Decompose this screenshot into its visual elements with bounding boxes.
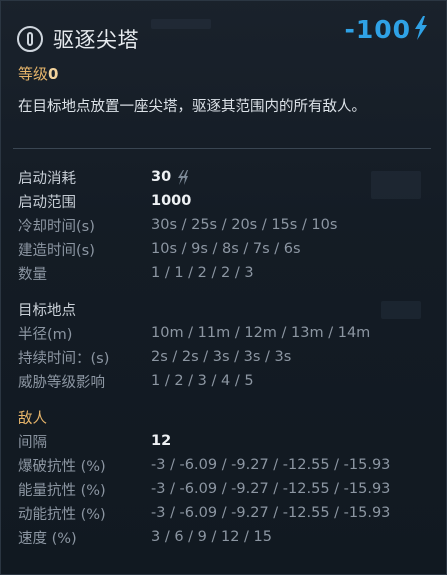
count-row: 数量 1 / 1 / 2 / 2 / 3 — [18, 262, 254, 284]
explosive-resist-label: 爆破抗性 (%) — [18, 458, 106, 475]
duration-value: 2s / 2s / 3s / 3s / 3s — [151, 349, 292, 365]
energy-cost-value: -100 — [344, 15, 411, 44]
background-ghost — [381, 301, 421, 319]
count-label: 数量 — [18, 266, 47, 283]
divider — [13, 148, 431, 149]
cooldown-value: 30s / 25s / 20s / 15s / 10s — [151, 217, 338, 233]
interval-value: 12 — [151, 433, 172, 449]
interval-row: 间隔 12 — [18, 430, 171, 452]
energy-cost: -100 — [344, 15, 428, 44]
ability-title: 驱逐尖塔 — [53, 28, 139, 52]
activation-range-label: 启动范围 — [18, 194, 76, 211]
kinetic-resist-label: 动能抗性 (%) — [18, 506, 106, 523]
level-value: 0 — [48, 65, 59, 83]
expel-spire-icon — [17, 26, 43, 52]
energy-resist-row: 能量抗性 (%) -3 / -6.09 / -9.27 / -12.55 / -… — [18, 478, 390, 500]
activation-range-value: 1000 — [151, 193, 192, 209]
activation-cost-label: 启动消耗 — [18, 170, 76, 187]
radius-value: 10m / 11m / 12m / 13m / 14m — [151, 325, 371, 341]
activation-cost-value: 30 — [151, 169, 172, 185]
speed-value: 3 / 6 / 9 / 12 / 15 — [151, 529, 272, 545]
build-time-label: 建造时间(s) — [18, 242, 95, 259]
cooldown-label: 冷却时间(s) — [18, 218, 95, 235]
interval-label: 间隔 — [18, 434, 47, 451]
ability-tooltip: 驱逐尖塔 -100 等级0 在目标地点放置一座尖塔，驱逐其范围内的所有敌人。 启… — [0, 0, 447, 575]
speed-label: 速度 (%) — [18, 530, 77, 547]
build-time-value: 10s / 9s / 8s / 7s / 6s — [151, 241, 301, 257]
count-value: 1 / 1 / 2 / 2 / 3 — [151, 265, 254, 281]
speed-row: 速度 (%) 3 / 6 / 9 / 12 / 15 — [18, 526, 272, 548]
ability-level: 等级0 — [18, 63, 58, 84]
lightning-bolt-icon — [177, 169, 189, 185]
enemy-section-title: 敌人 — [18, 410, 47, 427]
background-ghost — [151, 19, 211, 29]
energy-resist-value: -3 / -6.09 / -9.27 / -12.55 / -15.93 — [151, 481, 391, 497]
ability-description: 在目标地点放置一座尖塔，驱逐其范围内的所有敌人。 — [18, 99, 366, 115]
activation-cost-row: 启动消耗 30 — [18, 166, 189, 188]
threat-value: 1 / 2 / 3 / 4 / 5 — [151, 373, 254, 389]
threat-row: 威胁等级影响 1 / 2 / 3 / 4 / 5 — [18, 370, 254, 392]
cooldown-row: 冷却时间(s) 30s / 25s / 20s / 15s / 10s — [18, 214, 337, 236]
radius-row: 半径(m) 10m / 11m / 12m / 13m / 14m — [18, 322, 370, 344]
duration-label: 持续时间：(s) — [18, 350, 110, 367]
tooltip-header: 驱逐尖塔 — [17, 23, 139, 55]
activation-range-row: 启动范围 1000 — [18, 190, 191, 212]
build-time-row: 建造时间(s) 10s / 9s / 8s / 7s / 6s — [18, 238, 301, 260]
kinetic-resist-row: 动能抗性 (%) -3 / -6.09 / -9.27 / -12.55 / -… — [18, 502, 390, 524]
lightning-bolt-icon — [414, 15, 428, 44]
kinetic-resist-value: -3 / -6.09 / -9.27 / -12.55 / -15.93 — [151, 505, 391, 521]
energy-resist-label: 能量抗性 (%) — [18, 482, 106, 499]
radius-label: 半径(m) — [18, 326, 73, 343]
target-section-title: 目标地点 — [18, 302, 76, 319]
level-label: 等级 — [18, 65, 49, 83]
explosive-resist-row: 爆破抗性 (%) -3 / -6.09 / -9.27 / -12.55 / -… — [18, 454, 390, 476]
explosive-resist-value: -3 / -6.09 / -9.27 / -12.55 / -15.93 — [151, 457, 391, 473]
duration-row: 持续时间：(s) 2s / 2s / 3s / 3s / 3s — [18, 346, 291, 368]
background-ghost — [371, 171, 421, 199]
threat-label: 威胁等级影响 — [18, 374, 105, 391]
